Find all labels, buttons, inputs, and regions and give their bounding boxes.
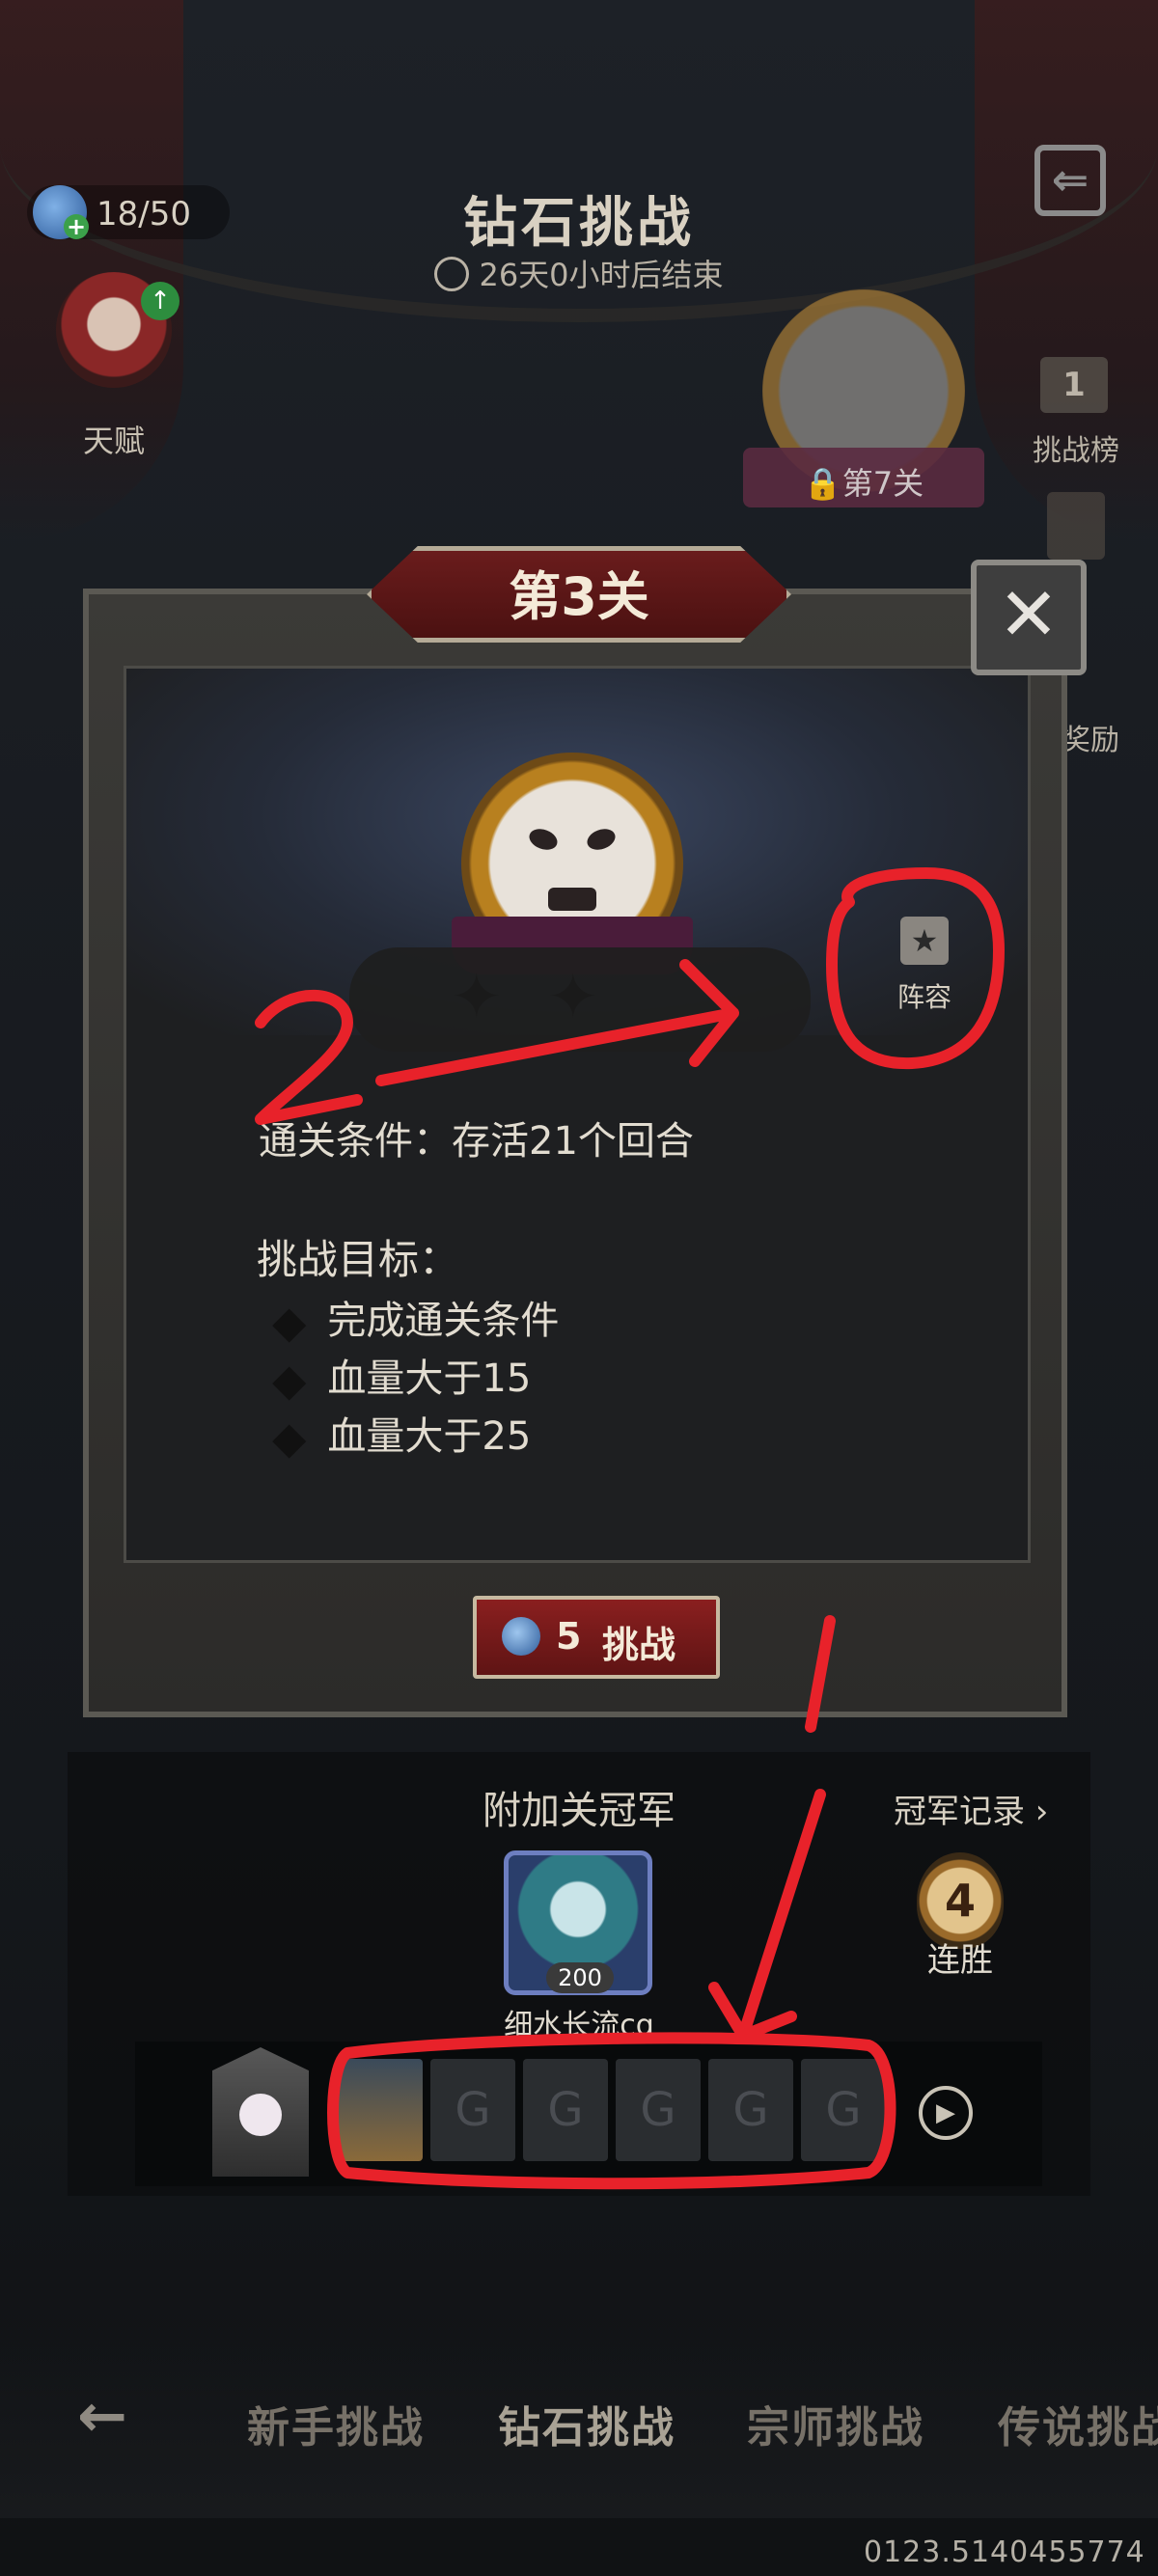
clear-condition: 通关条件：存活21个回合 [259, 1119, 694, 1164]
boss-bowtie [548, 888, 596, 911]
replay-button[interactable]: ▶ [919, 2086, 973, 2140]
goal-item: ◆ 血量大于25 [272, 1405, 531, 1464]
add-stamina-icon[interactable]: + [64, 214, 89, 239]
next-level-text: 第7关 [841, 465, 924, 502]
goal-star-icon: ◆ [272, 1411, 307, 1464]
goal-title: 挑战目标： [257, 1236, 460, 1283]
upgrade-arrow-icon: ↑ [141, 282, 179, 320]
next-level-medal[interactable]: 🔒第7关 [733, 289, 994, 531]
reward-label[interactable]: 奖励 [1062, 716, 1119, 758]
goal-star-icon: ◆ [272, 1354, 307, 1406]
cat-avatar-face [239, 2094, 282, 2136]
goal-text: 血量大于25 [327, 1414, 532, 1459]
leaderboard-icon[interactable]: 1 [1040, 357, 1108, 413]
user-id: 0123.5140455774 [864, 2535, 1145, 2569]
lineup-button[interactable]: ★ 阵容 [876, 907, 973, 1013]
goal-item: ◆ 血量大于15 [272, 1347, 531, 1406]
win-streak-label: 连胜 [927, 1941, 993, 1980]
stamina-counter[interactable]: + 18/50 [27, 185, 230, 239]
tab-legend-challenge[interactable]: 传说挑战 [998, 2393, 1158, 2454]
lock-icon: 🔒 [803, 465, 842, 502]
leaderboard-label[interactable]: 挑战榜 [1004, 426, 1148, 469]
champion-name: 细水长流cg [504, 2009, 654, 2042]
team-slot-empty[interactable]: G [523, 2059, 608, 2161]
timer-text: 26天0小时后结束 [479, 257, 724, 293]
goal-text: 完成通关条件 [327, 1299, 560, 1343]
star-icon: ✦ [451, 962, 503, 1033]
champion-record-link[interactable]: 冠军记录 › [894, 1785, 1048, 1832]
challenge-cost: 5 [556, 1615, 582, 1658]
team-slot-empty[interactable]: G [616, 2059, 701, 2161]
challenge-label: 挑战 [602, 1624, 676, 1666]
star-icon: ✦ [547, 962, 599, 1033]
team-slot-hero[interactable] [338, 2059, 423, 2161]
book-icon[interactable] [1047, 492, 1105, 560]
tab-novice-challenge[interactable]: 新手挑战 [247, 2393, 425, 2454]
clock-icon [434, 257, 470, 291]
team-slot-empty[interactable]: G [801, 2059, 886, 2161]
lineup-label: 阵容 [896, 981, 951, 1013]
next-level-label: 🔒第7关 [743, 459, 984, 504]
star-rating: ✦ ✦ [349, 947, 811, 1052]
stamina-potion-icon [502, 1617, 540, 1656]
boss-portrait [452, 753, 703, 974]
back-arrow-icon[interactable]: ← [77, 2386, 154, 2446]
stamina-value: 18/50 [96, 195, 191, 233]
talent-button[interactable]: ↑ 天赋 [37, 272, 191, 459]
champion-score-badge: 200 [546, 1962, 614, 1993]
goal-item: ◆ 完成通关条件 [272, 1289, 559, 1348]
tab-master-challenge[interactable]: 宗师挑战 [747, 2393, 924, 2454]
challenge-button[interactable]: 5 挑战 [473, 1596, 720, 1679]
tab-diamond-challenge[interactable]: 钻石挑战 [498, 2393, 676, 2454]
lineup-book-icon: ★ [900, 917, 949, 965]
level-title: 第3关 [509, 566, 649, 627]
team-slot-empty[interactable]: G [708, 2059, 793, 2161]
close-button[interactable]: ✕ [971, 560, 1087, 675]
goal-star-icon: ◆ [272, 1296, 307, 1348]
team-slot-empty[interactable]: G [430, 2059, 515, 2161]
goal-text: 血量大于15 [327, 1357, 532, 1401]
exit-icon[interactable]: ⇐ [1034, 145, 1106, 216]
talent-label: 天赋 [82, 423, 145, 459]
